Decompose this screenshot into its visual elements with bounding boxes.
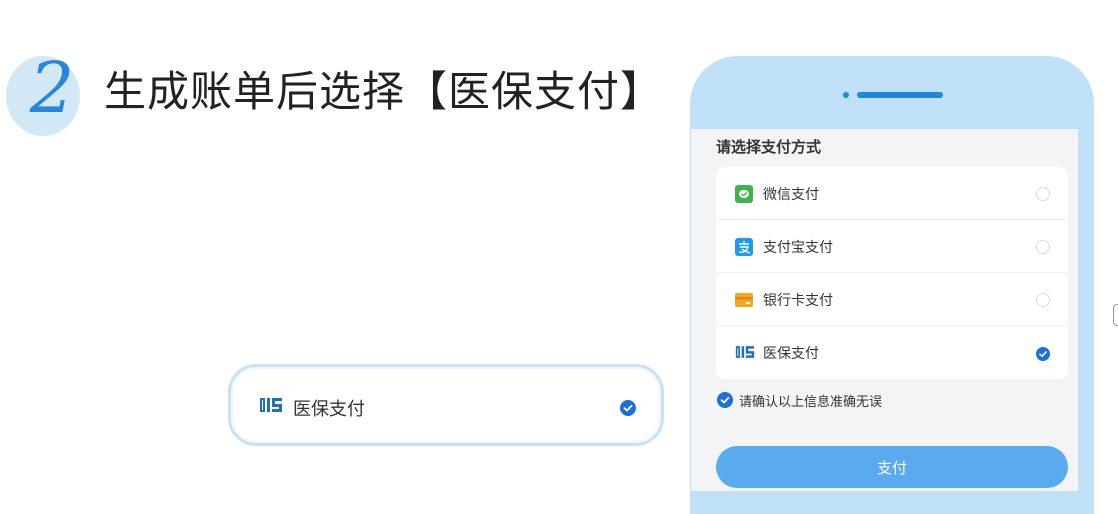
callout-label: 医保支付 <box>293 399 365 420</box>
option-label: 微信支付 <box>763 187 819 203</box>
medical-insurance-icon <box>259 396 283 418</box>
option-bank-card[interactable]: 银行卡支付 <box>716 273 1068 326</box>
step-title: 生成账单后选择【医保支付】 <box>104 67 664 116</box>
option-wechat-pay[interactable]: 微信支付 <box>716 167 1068 220</box>
phone-camera-dot <box>843 92 849 98</box>
pay-button[interactable]: 支付 <box>716 446 1068 488</box>
alipay-icon <box>735 238 753 256</box>
phone-frame: 请选择支付方式 微信支付 支付宝支付 银行卡支付 医保支付 请确认以上信息准确无… <box>690 56 1094 514</box>
step-number: 2 <box>29 47 75 129</box>
radio-unselected[interactable] <box>1036 187 1050 201</box>
radio-unselected[interactable] <box>1036 240 1050 254</box>
check-circle-icon <box>717 392 733 412</box>
radio-unselected[interactable] <box>1036 293 1050 307</box>
check-circle-icon[interactable] <box>1036 346 1050 361</box>
wechat-pay-icon <box>735 185 753 203</box>
option-label: 支付宝支付 <box>763 240 833 256</box>
payment-options-list: 微信支付 支付宝支付 银行卡支付 医保支付 <box>716 167 1068 379</box>
edge-fragment <box>1113 304 1118 326</box>
check-circle-icon <box>620 400 636 420</box>
medical-pay-callout[interactable]: 医保支付 <box>228 364 664 446</box>
screen-title: 请选择支付方式 <box>716 138 822 156</box>
medical-insurance-icon <box>735 344 755 362</box>
bank-card-icon <box>735 291 753 309</box>
option-medical-insurance[interactable]: 医保支付 <box>716 326 1068 379</box>
phone-speaker-bar <box>857 92 943 98</box>
payment-screen: 请选择支付方式 微信支付 支付宝支付 银行卡支付 医保支付 请确认以上信息准确无… <box>691 129 1078 491</box>
confirm-text: 请确认以上信息准确无误 <box>739 395 883 410</box>
option-label: 银行卡支付 <box>763 293 833 309</box>
option-label: 医保支付 <box>763 346 819 362</box>
option-alipay[interactable]: 支付宝支付 <box>716 220 1068 273</box>
confirm-checkbox[interactable]: 请确认以上信息准确无误 <box>717 392 882 412</box>
